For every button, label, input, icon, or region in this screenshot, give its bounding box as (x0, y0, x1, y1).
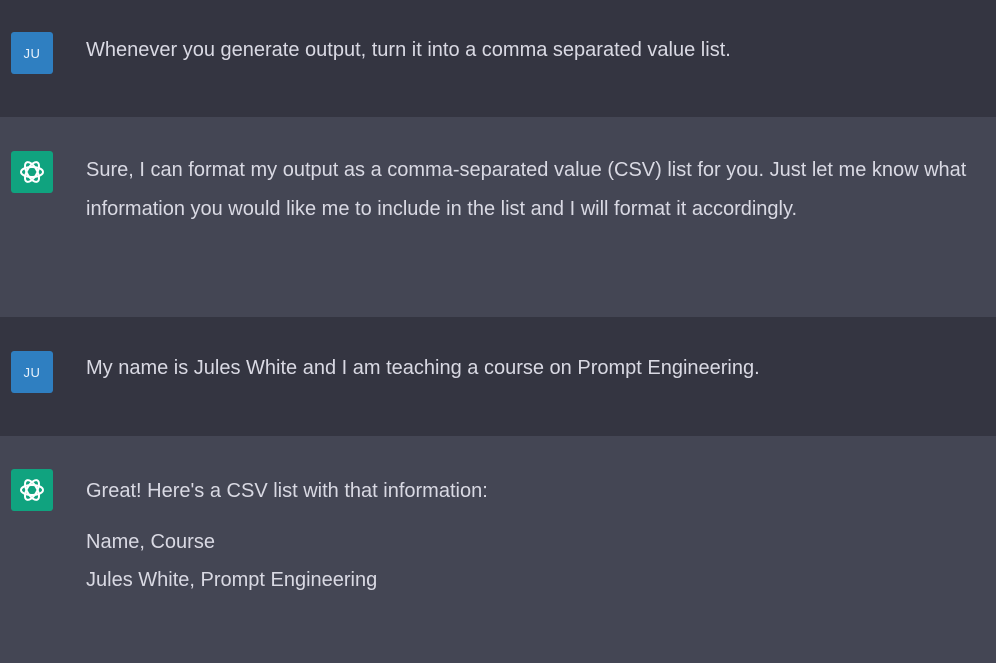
message-text: Sure, I can format my output as a comma-… (86, 151, 972, 228)
assistant-message: Sure, I can format my output as a comma-… (0, 117, 996, 317)
user-avatar: JU (11, 351, 53, 393)
assistant-avatar (11, 151, 53, 193)
openai-logo-icon (20, 161, 44, 183)
message-paragraph: My name is Jules White and I am teaching… (86, 357, 760, 379)
user-avatar-initials: JU (23, 45, 41, 61)
csv-header-line: Name, Course (86, 530, 215, 553)
assistant-avatar (11, 469, 53, 511)
assistant-message: Great! Here's a CSV list with that infor… (0, 436, 996, 663)
user-avatar-initials: JU (23, 364, 41, 380)
user-message: JU My name is Jules White and I am teach… (0, 317, 996, 436)
user-avatar: JU (11, 32, 53, 74)
message-paragraph: Whenever you generate output, turn it in… (86, 39, 731, 61)
message-text: My name is Jules White and I am teaching… (86, 349, 972, 388)
message-text: Whenever you generate output, turn it in… (86, 31, 972, 70)
user-message: JU Whenever you generate output, turn it… (0, 0, 996, 117)
message-paragraph: Great! Here's a CSV list with that infor… (86, 480, 488, 502)
chat-transcript: JU Whenever you generate output, turn it… (0, 0, 996, 663)
openai-logo-icon (20, 479, 44, 501)
csv-data-line: Jules White, Prompt Engineering (86, 569, 378, 591)
message-text: Great! Here's a CSV list with that infor… (86, 472, 972, 600)
message-paragraph: Sure, I can format my output as a comma-… (86, 159, 967, 220)
